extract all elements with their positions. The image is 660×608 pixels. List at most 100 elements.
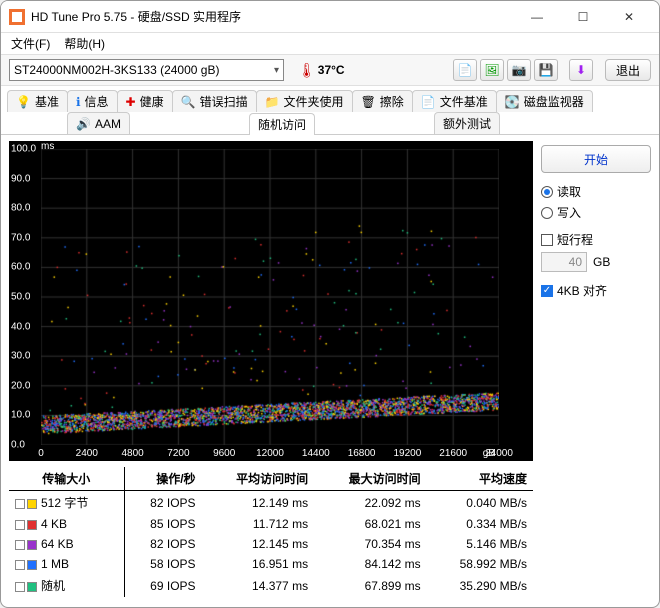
screenshot-button[interactable]: 📷: [507, 59, 531, 81]
window-controls: — ☐ ✕: [515, 3, 651, 31]
file-icon: 📄: [421, 95, 436, 109]
table-row: 随机69 IOPS14.377 ms67.899 ms35.290 MB/s: [9, 574, 533, 597]
chart-canvas: [41, 149, 499, 445]
menubar: 文件(F) 帮助(H): [1, 33, 659, 55]
table-row: 4 KB85 IOPS11.712 ms68.021 ms0.334 MB/s: [9, 514, 533, 534]
ytick: 70.0: [11, 232, 30, 243]
exit-label: 退出: [616, 62, 640, 79]
tab-random-access[interactable]: 随机访问: [249, 113, 315, 135]
col-header: 平均访问时间: [202, 467, 315, 491]
xtick: 4800: [121, 448, 143, 459]
tab-extra[interactable]: 额外测试: [434, 112, 500, 134]
ytick: 10.0: [11, 410, 30, 421]
xtick: 2400: [76, 448, 98, 459]
ytick: 30.0: [11, 351, 30, 362]
content: ms 0.010.020.030.040.050.060.070.080.090…: [1, 135, 659, 607]
info-icon: ℹ: [76, 95, 81, 109]
temperature: 🌡 37°C: [298, 62, 345, 79]
disk-icon: 💽: [505, 95, 520, 109]
ytick: 100.0: [11, 144, 36, 155]
checkbox-icon: ✓: [541, 285, 553, 297]
ytick: 40.0: [11, 321, 30, 332]
tab-monitor[interactable]: 💽磁盘监视器: [496, 90, 593, 112]
radio-icon: [541, 186, 553, 198]
col-header: 传输大小: [9, 467, 124, 491]
ytick: 50.0: [11, 292, 30, 303]
row-checkbox[interactable]: [15, 499, 25, 509]
chart-xunit: gB: [483, 448, 495, 459]
right-pane: 开始 读取 写入 短行程 40 GB ✓4KB 对齐: [541, 141, 651, 599]
erase-icon: 🗑: [361, 95, 376, 109]
shortstroke-unit: GB: [593, 255, 610, 269]
tab-errorscan[interactable]: 🔍错误扫描: [172, 90, 257, 112]
ytick: 80.0: [11, 203, 30, 214]
magnify-icon: 🔍: [181, 95, 196, 109]
legend-swatch: [27, 540, 37, 550]
ytick: 0.0: [11, 440, 25, 451]
legend-swatch: [27, 582, 37, 592]
col-header: 最大访问时间: [314, 467, 427, 491]
app-icon: [9, 9, 25, 25]
xtick: 19200: [393, 448, 421, 459]
temperature-value: 37°C: [318, 63, 345, 77]
toolbar: ST24000NM002H-3KS133 (24000 gB) 🌡 37°C 📄…: [1, 55, 659, 86]
close-button[interactable]: ✕: [607, 3, 651, 31]
copy-text-button[interactable]: 📄: [453, 59, 477, 81]
xtick: 21600: [439, 448, 467, 459]
tab-filebench[interactable]: 📄文件基准: [412, 90, 497, 112]
row-checkbox[interactable]: [15, 560, 25, 570]
check-4kb-align[interactable]: ✓4KB 对齐: [541, 282, 651, 299]
chart: ms 0.010.020.030.040.050.060.070.080.090…: [9, 141, 533, 461]
lightbulb-icon: 💡: [16, 95, 31, 109]
xtick: 12000: [256, 448, 284, 459]
speaker-icon: 🔊: [76, 117, 91, 131]
maximize-button[interactable]: ☐: [561, 3, 605, 31]
options-button[interactable]: ⬇: [569, 59, 593, 81]
tab-benchmark[interactable]: 💡基准: [7, 90, 68, 112]
row-checkbox[interactable]: [15, 582, 25, 592]
table-row: 512 字节82 IOPS12.149 ms22.092 ms0.040 MB/…: [9, 491, 533, 515]
save-button[interactable]: 💾: [534, 59, 558, 81]
row-checkbox[interactable]: [15, 520, 25, 530]
legend-swatch: [27, 560, 37, 570]
exit-button[interactable]: 退出: [605, 59, 651, 81]
tab-folderusage[interactable]: 📁文件夹使用: [256, 90, 353, 112]
ytick: 60.0: [11, 262, 30, 273]
folder-icon: 📁: [265, 95, 280, 109]
xtick: 14400: [302, 448, 330, 459]
xtick: 0: [38, 448, 44, 459]
tab-erase[interactable]: 🗑擦除: [352, 90, 413, 112]
check-shortstroke[interactable]: 短行程: [541, 231, 651, 248]
minimize-button[interactable]: —: [515, 3, 559, 31]
legend-swatch: [27, 520, 37, 530]
table-row: 64 KB82 IOPS12.145 ms70.354 ms5.146 MB/s: [9, 534, 533, 554]
app-window: HD Tune Pro 5.75 - 硬盘/SSD 实用程序 — ☐ ✕ 文件(…: [0, 0, 660, 608]
drive-select-text: ST24000NM002H-3KS133 (24000 gB): [14, 63, 219, 77]
ytick: 90.0: [11, 173, 30, 184]
col-header: 操作/秒: [124, 467, 202, 491]
radio-icon: [541, 207, 553, 219]
radio-write[interactable]: 写入: [541, 204, 651, 221]
radio-read[interactable]: 读取: [541, 183, 651, 200]
tab-health[interactable]: ✚健康: [117, 90, 173, 112]
start-button[interactable]: 开始: [541, 145, 651, 173]
titlebar: HD Tune Pro 5.75 - 硬盘/SSD 实用程序 — ☐ ✕: [1, 1, 659, 33]
tab-info[interactable]: ℹ信息: [67, 90, 118, 112]
results-table: 传输大小操作/秒平均访问时间最大访问时间平均速度 512 字节82 IOPS12…: [9, 467, 533, 597]
drive-select[interactable]: ST24000NM002H-3KS133 (24000 gB): [9, 59, 284, 81]
row-checkbox[interactable]: [15, 540, 25, 550]
copy-chart-button[interactable]: 🖼: [480, 59, 504, 81]
menu-help[interactable]: 帮助(H): [58, 33, 111, 54]
tab-aam[interactable]: 🔊AAM: [67, 112, 130, 134]
table-row: 1 MB58 IOPS16.951 ms84.142 ms58.992 MB/s: [9, 554, 533, 574]
toolbar-icons: 📄 🖼 📷 💾 ⬇: [453, 59, 593, 81]
window-title: HD Tune Pro 5.75 - 硬盘/SSD 实用程序: [31, 8, 515, 25]
col-header: 平均速度: [427, 467, 533, 491]
tabs-row1: 💡基准 ℹ信息 ✚健康 🔍错误扫描 📁文件夹使用 🗑擦除 📄文件基准 💽磁盘监视…: [1, 86, 659, 135]
xtick: 7200: [167, 448, 189, 459]
checkbox-icon: [541, 234, 553, 246]
plus-icon: ✚: [126, 95, 136, 109]
menu-file[interactable]: 文件(F): [5, 33, 56, 54]
xtick: 16800: [348, 448, 376, 459]
ytick: 20.0: [11, 380, 30, 391]
